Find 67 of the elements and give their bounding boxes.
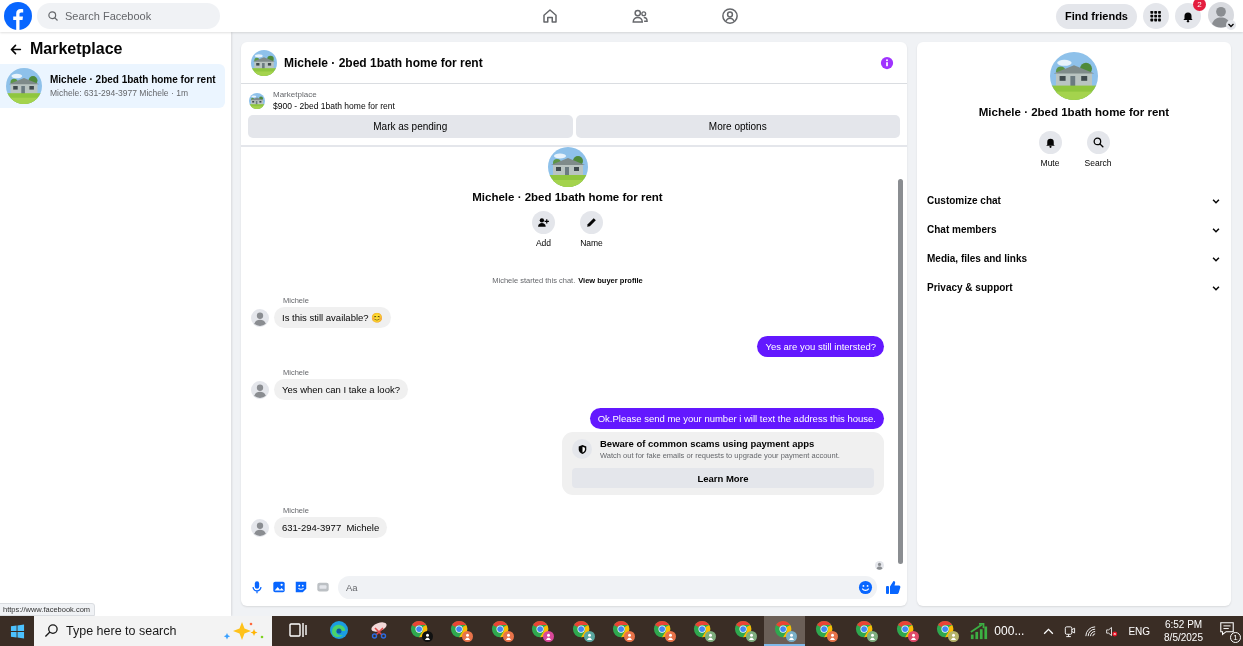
search-icon: [44, 623, 59, 638]
grid-icon: [1149, 8, 1163, 24]
taskbar-search-field[interactable]: Type here to search: [34, 616, 272, 646]
shield-icon: [576, 443, 588, 455]
avatar-icon: [1208, 2, 1234, 28]
wifi-icon[interactable]: [1084, 624, 1098, 638]
message-bubble: Ok.Please send me your number i will text the address this house.: [589, 408, 884, 429]
pencil-icon: [585, 216, 598, 229]
edge-icon: [328, 620, 349, 640]
listing-label: Marketplace: [273, 90, 318, 99]
settings-section[interactable]: Privacy & support: [927, 273, 1221, 302]
account-button[interactable]: [1207, 2, 1235, 30]
scissors-icon: [369, 620, 390, 640]
notification-badge: 2: [1193, 0, 1206, 11]
windows-icon: [9, 623, 25, 639]
settings-section[interactable]: Chat members: [927, 215, 1221, 244]
chat-name: Michele · 2bed 1bath home for rent: [472, 191, 663, 203]
emoji-icon[interactable]: [858, 579, 873, 595]
notifications-button[interactable]: [1175, 3, 1201, 29]
sticker-icon[interactable]: [294, 580, 308, 594]
listing-button[interactable]: Mark as pending: [248, 115, 573, 138]
message-bubble: Is this still available? 😊: [274, 307, 392, 328]
message-bubble: Yes when can I take a look?: [274, 379, 408, 400]
settings-section[interactable]: Customize chat: [927, 186, 1221, 215]
bell-icon: [1043, 136, 1057, 149]
add-person-icon: [537, 216, 550, 229]
back-arrow-icon[interactable]: [9, 42, 22, 56]
find-friends-button[interactable]: Find friends: [1056, 3, 1137, 29]
seen-avatar-icon: [875, 561, 884, 570]
menu-button[interactable]: [1143, 3, 1169, 29]
listing-title: $900 - 2bed 1bath home for rent: [273, 101, 395, 111]
home-icon: [541, 7, 559, 25]
message-bubble: 631-294-3977 Michele: [274, 517, 388, 538]
notification-count: 1: [1230, 632, 1241, 643]
avatar-icon: [251, 308, 269, 327]
camera-icon[interactable]: [1063, 624, 1077, 638]
avatar-icon: [251, 518, 269, 537]
message-icon: [1219, 621, 1235, 637]
facebook-logo[interactable]: [4, 2, 32, 30]
avatar-icon: [251, 380, 269, 399]
profile-icon: [721, 7, 739, 25]
language-indicator[interactable]: ENG: [1128, 625, 1151, 637]
clock[interactable]: 6:52 PM 8/5/2025: [1164, 618, 1203, 644]
chat-name: Michele · 2bed 1bath home for rent: [978, 106, 1170, 118]
message-field[interactable]: Aa: [338, 575, 877, 599]
warning-title: Beware of common scams using payment apps: [600, 438, 816, 449]
conversation-title: Michele · 2bed 1bath home for rent: [50, 74, 216, 85]
conversation-item[interactable]: Michele · 2bed 1bath home for rent Michele: 631-294-3977 Michele · 1m: [0, 64, 225, 108]
search-field[interactable]: Search Facebook: [37, 3, 220, 29]
message-bubble: Yes are you still intersted?: [757, 336, 884, 357]
microphone-icon[interactable]: [250, 580, 264, 594]
page-title: Marketplace: [30, 40, 123, 58]
info-icon[interactable]: [880, 55, 894, 70]
photo-icon[interactable]: [272, 580, 286, 594]
task-view-icon: [288, 620, 309, 640]
friends-icon: [631, 7, 649, 25]
learn-more-button[interactable]: Learn More: [572, 468, 874, 488]
volume-muted-icon[interactable]: [1105, 624, 1119, 638]
message-preview: Michele: 631-294-3977 Michele · 1m: [50, 88, 189, 98]
chat-title: Michele · 2bed 1bath home for rent: [284, 55, 484, 70]
chart-up-icon: [970, 622, 989, 640]
search-icon: [1091, 136, 1105, 149]
settings-section[interactable]: Media, files and links: [927, 244, 1221, 273]
stocks-widget[interactable]: 000...: [970, 622, 1025, 640]
listing-button[interactable]: More options: [575, 115, 900, 138]
thumbs-up-icon[interactable]: [885, 579, 901, 595]
caret-icon: [1226, 20, 1236, 30]
